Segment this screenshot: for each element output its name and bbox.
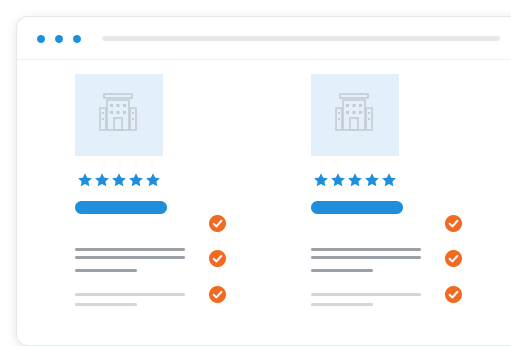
star-icon (78, 173, 92, 187)
text-placeholder-line (311, 248, 421, 251)
text-placeholder-line (75, 303, 137, 306)
check-icon (445, 250, 462, 267)
star-icon (331, 173, 345, 187)
star-icon (314, 173, 328, 187)
book-button[interactable] (75, 201, 167, 214)
text-placeholder-line (311, 256, 421, 259)
hotel-building-icon (99, 93, 137, 131)
check-icon (445, 215, 462, 232)
star-rating (77, 172, 161, 188)
check-icon (209, 250, 226, 267)
check-icon (209, 215, 226, 232)
text-placeholder-line (75, 248, 185, 251)
star-icon (348, 173, 362, 187)
text-placeholder-line (311, 303, 373, 306)
window-dot-3[interactable] (73, 35, 81, 43)
book-button[interactable] (311, 201, 403, 214)
star-icon (112, 173, 126, 187)
window-dot-2[interactable] (55, 35, 63, 43)
text-placeholder-line (75, 256, 185, 259)
hotel-thumbnail[interactable] (75, 74, 163, 156)
star-rating (313, 172, 397, 188)
star-icon (95, 173, 109, 187)
check-icon (209, 286, 226, 303)
hotel-thumbnail[interactable] (311, 74, 399, 156)
star-icon (365, 173, 379, 187)
window-dot-1[interactable] (37, 35, 45, 43)
check-icon (445, 286, 462, 303)
text-placeholder-line (311, 293, 421, 296)
star-icon (146, 173, 160, 187)
text-placeholder-line (311, 269, 373, 272)
text-placeholder-line (75, 293, 185, 296)
hotel-card[interactable] (311, 74, 481, 306)
browser-titlebar (17, 17, 511, 60)
star-icon (382, 173, 396, 187)
address-bar[interactable] (102, 36, 500, 41)
star-icon (129, 173, 143, 187)
text-placeholder-line (75, 269, 137, 272)
hotel-building-icon (335, 93, 373, 131)
hotel-card[interactable] (75, 74, 245, 306)
